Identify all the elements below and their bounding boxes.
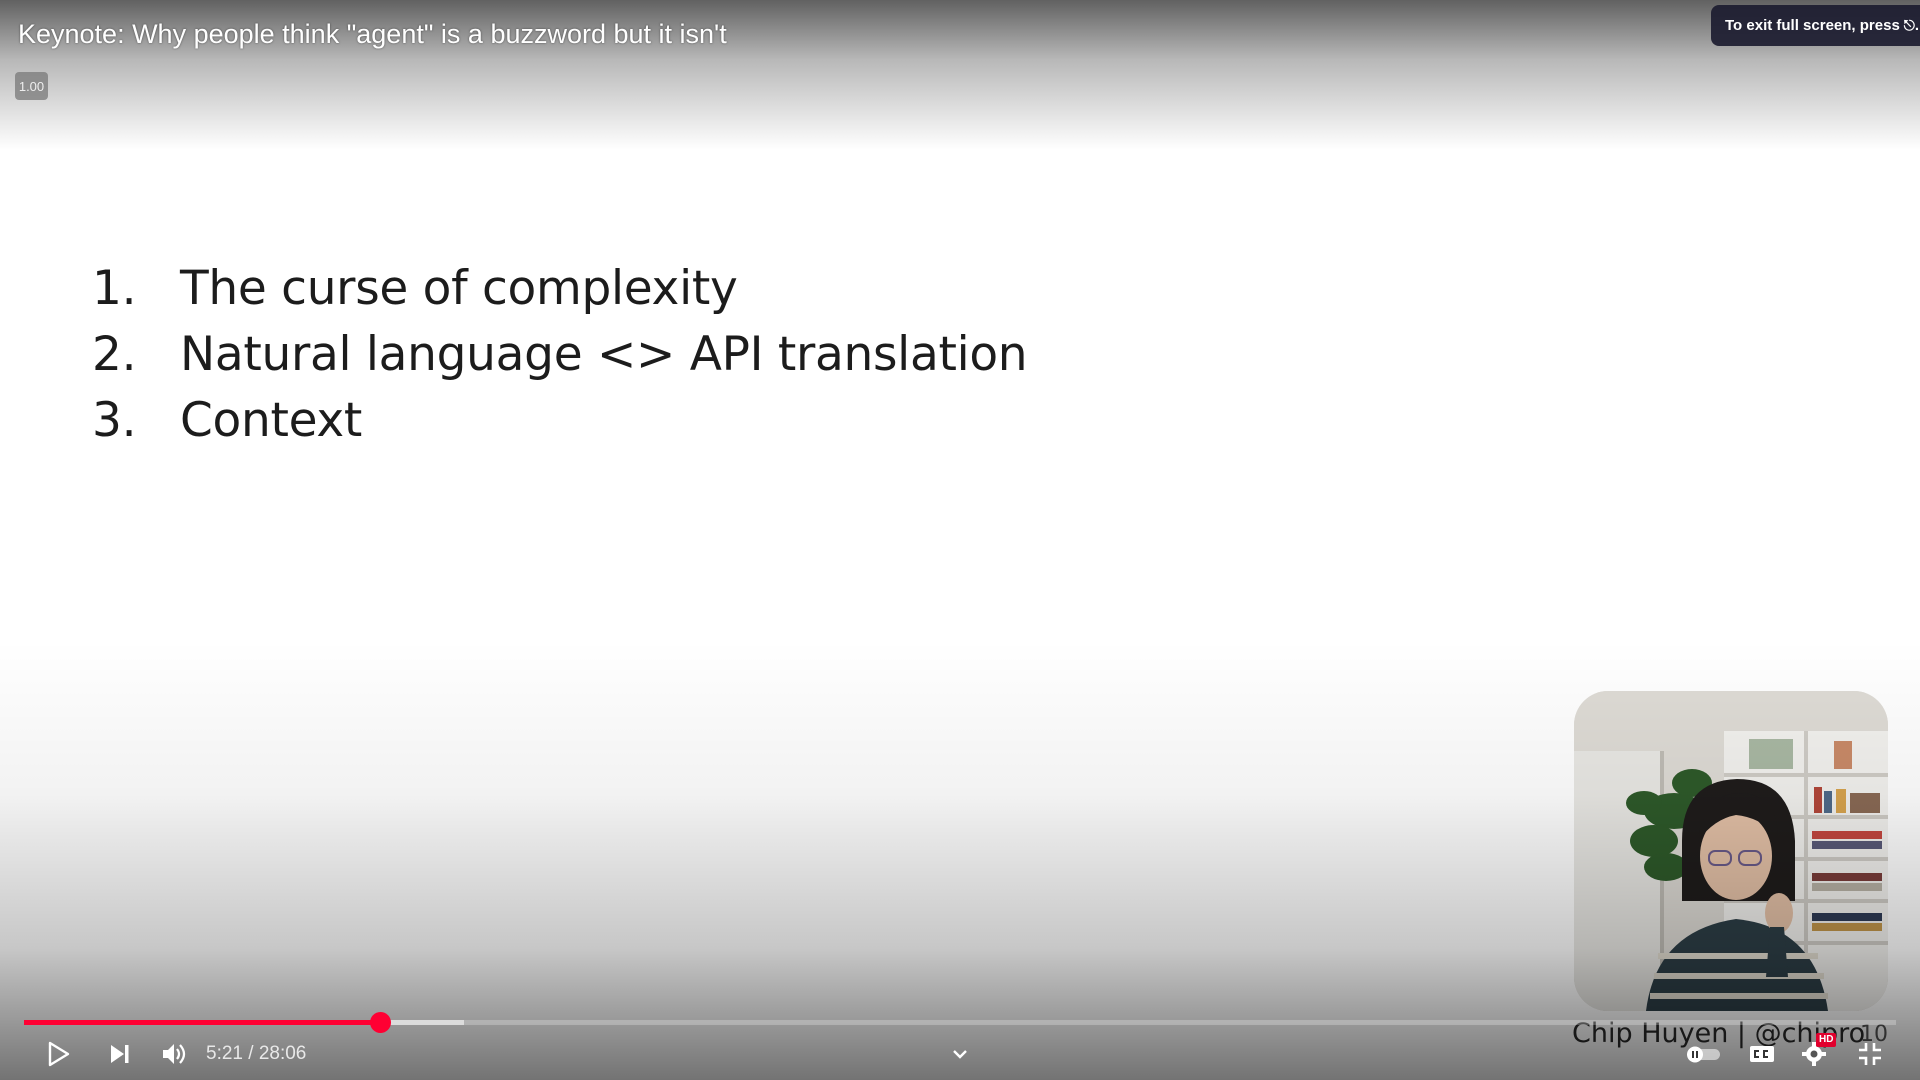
agenda-item-number: 3. [92, 393, 137, 448]
agenda-item-number: 2. [92, 327, 137, 382]
toast-period: . [1914, 17, 1920, 34]
hd-badge: HD [1816, 1033, 1837, 1047]
agenda-item-text: The curse of complexity [180, 261, 738, 316]
video-player[interactable]: 1. The curse of complexity 2. Natural la… [0, 0, 1920, 1080]
time-display-text: 5:21 / 28:06 [206, 1043, 307, 1064]
settings-button[interactable]: HD [1796, 1033, 1837, 1075]
mute-button[interactable] [154, 1033, 194, 1075]
captions-icon [1750, 1046, 1774, 1062]
agenda-item: 3. Context [92, 388, 1027, 454]
more-videos-button[interactable] [946, 1033, 974, 1075]
agenda-item-text: Context [180, 393, 363, 448]
volume-icon [163, 1044, 186, 1064]
next-icon [111, 1045, 129, 1063]
fullscreen-toast-text: To exit full screen, press [1725, 17, 1900, 34]
exit-fullscreen-icon [1859, 1043, 1881, 1065]
agenda-item-number: 1. [92, 261, 137, 316]
agenda-item-text: Natural language <> API translation [180, 327, 1028, 382]
player-controls-bar: 5:21 / 28:06 HD [0, 1033, 1920, 1075]
autoplay-toggle-icon [1687, 1046, 1720, 1063]
progress-bar[interactable] [24, 1012, 1896, 1033]
fullscreen-exit-toast: To exit full screen, press ⎋ . [1711, 5, 1920, 46]
agenda-item: 1. The curse of complexity [92, 256, 1027, 322]
autoplay-toggle[interactable] [1682, 1033, 1726, 1075]
slide-agenda-list: 1. The curse of complexity 2. Natural la… [92, 256, 1028, 454]
progress-scrubber-handle[interactable] [369, 1012, 391, 1033]
time-display: 5:21 / 28:06 [206, 1033, 306, 1075]
play-icon [48, 1041, 70, 1067]
playback-speed-badge: 1.00 [15, 72, 48, 100]
captions-button[interactable] [1744, 1033, 1780, 1075]
play-button[interactable] [38, 1033, 78, 1075]
speaker-webcam-image [1574, 691, 1888, 1011]
agenda-item: 2. Natural language <> API translation [92, 322, 1028, 388]
slide-frame: 1. The curse of complexity 2. Natural la… [0, 0, 1920, 1080]
exit-fullscreen-button[interactable] [1850, 1033, 1890, 1075]
video-title[interactable]: Keynote: Why people think "agent" is a b… [18, 19, 727, 50]
escape-key-icon: ⎋ [1903, 17, 1915, 33]
next-video-button[interactable] [100, 1033, 140, 1075]
progress-played [24, 1020, 380, 1025]
chevron-down-icon [953, 1050, 967, 1059]
speaker-webcam-video [1574, 691, 1888, 1011]
